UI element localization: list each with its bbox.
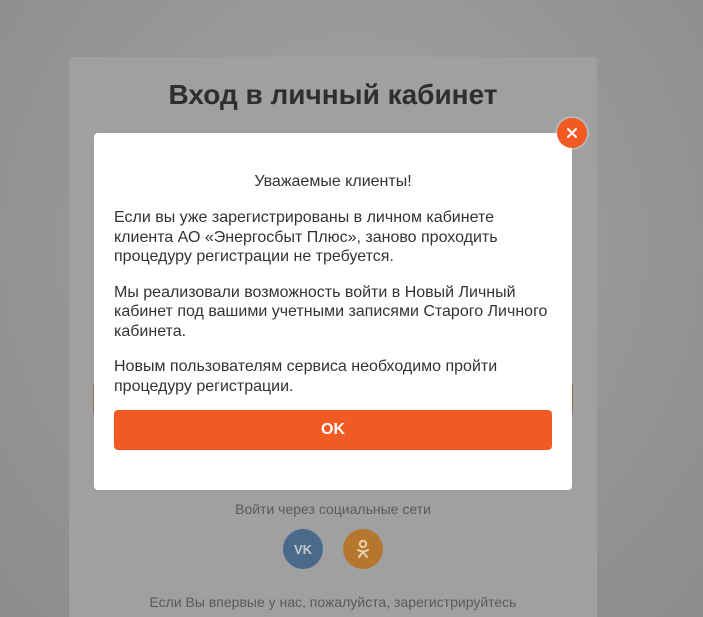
register-link-text[interactable]: Если Вы впервые у нас, пожалуйста, зарег… [69, 594, 597, 610]
notice-modal: Уважаемые клиенты! Если вы уже зарегистр… [94, 133, 572, 490]
modal-heading: Уважаемые клиенты! [254, 173, 412, 190]
ok-icon [357, 539, 369, 558]
vk-icon: VK [293, 541, 313, 557]
vk-login-button[interactable]: VK [283, 529, 323, 569]
ok-button[interactable]: OK [114, 410, 552, 450]
close-button[interactable] [557, 118, 587, 148]
modal-paragraph-existing-users: Если вы уже зарегистрированы в личном ка… [114, 209, 498, 265]
page-title: Вход в личный кабинет [168, 79, 498, 110]
modal-paragraph-new-users: Новым пользователям сервиса необходимо п… [114, 358, 498, 395]
social-login-row: VK [69, 529, 597, 569]
close-icon [567, 128, 577, 138]
modal-paragraph-old-accounts: Мы реализовали возможность войти в Новый… [114, 283, 548, 340]
social-login-label: Войти через социальные сети [235, 501, 431, 517]
ok-login-button[interactable] [343, 529, 383, 569]
